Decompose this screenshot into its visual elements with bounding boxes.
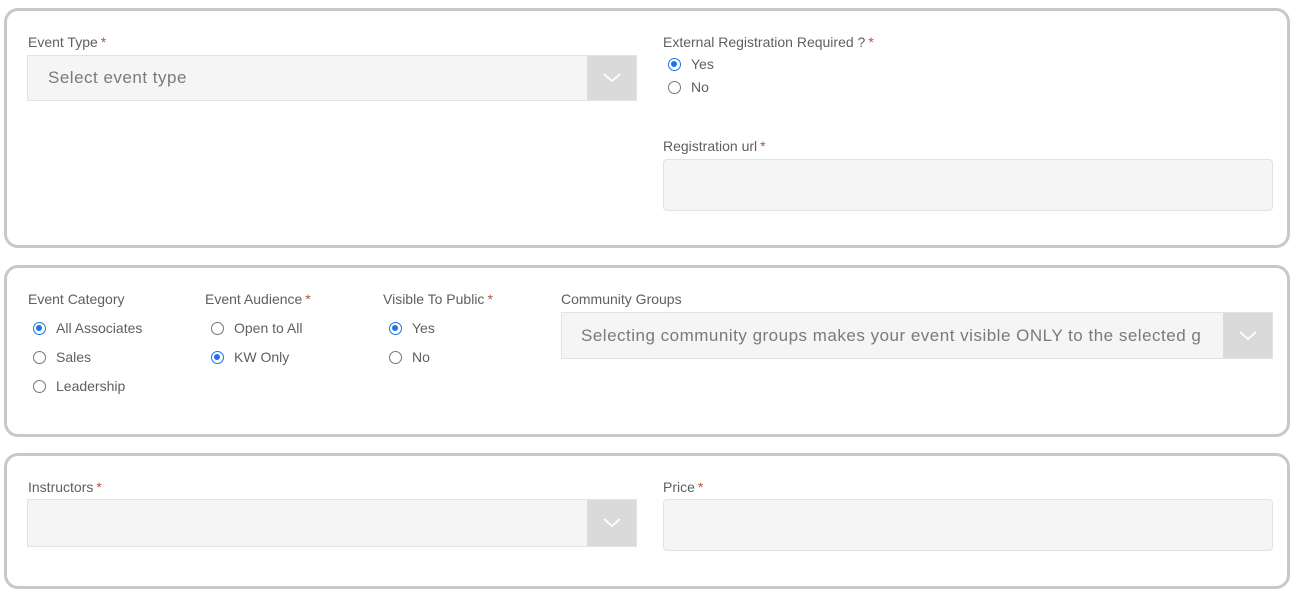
radio-unchecked-icon[interactable]: [33, 379, 46, 393]
radio-label: Yes: [691, 56, 714, 72]
event-audience-kw-only-radio[interactable]: KW Only: [211, 349, 289, 365]
radio-label: No: [691, 79, 709, 95]
required-marker: *: [868, 34, 874, 50]
event-visibility-panel: Event Category All Associates Sales Lead…: [4, 265, 1290, 437]
visible-to-public-label: Visible To Public *: [383, 291, 493, 307]
radio-unchecked-icon[interactable]: [668, 80, 681, 94]
required-marker: *: [100, 34, 107, 50]
required-marker: *: [96, 479, 102, 495]
instructors-select[interactable]: [27, 499, 637, 547]
event-type-placeholder: Select event type: [48, 68, 187, 87]
instructors-value: [48, 500, 576, 546]
community-groups-placeholder: Selecting community groups makes your ev…: [581, 325, 1202, 345]
event-category-leadership-radio[interactable]: Leadership: [33, 378, 125, 394]
radio-checked-icon[interactable]: [668, 57, 681, 71]
required-marker: *: [487, 291, 493, 307]
radio-checked-icon[interactable]: [389, 321, 402, 335]
visible-to-public-yes-radio[interactable]: Yes: [389, 320, 435, 336]
radio-label: Open to All: [234, 320, 303, 336]
required-marker: *: [760, 138, 766, 154]
external-registration-label: External Registration Required ? *: [663, 34, 874, 50]
event-type-label: Event Type *: [28, 34, 107, 50]
price-label: Price *: [663, 479, 704, 495]
community-groups-select[interactable]: Selecting community groups makes your ev…: [561, 312, 1273, 359]
event-type-panel: Event Type * Select event type External R…: [4, 8, 1290, 248]
radio-unchecked-icon[interactable]: [389, 350, 402, 364]
required-marker: *: [305, 291, 311, 307]
event-category-sales-radio[interactable]: Sales: [33, 349, 91, 365]
visible-to-public-no-radio[interactable]: No: [389, 349, 430, 365]
event-category-all-associates-radio[interactable]: All Associates: [33, 320, 142, 336]
instructors-label: Instructors *: [28, 479, 102, 495]
required-marker: *: [697, 479, 704, 495]
chevron-down-icon[interactable]: [1223, 313, 1272, 358]
registration-url-label: Registration url *: [663, 138, 766, 154]
event-audience-open-radio[interactable]: Open to All: [211, 320, 303, 336]
chevron-down-icon[interactable]: [587, 500, 636, 546]
external-registration-yes-radio[interactable]: Yes: [668, 56, 714, 72]
community-groups-label: Community Groups: [561, 291, 682, 307]
radio-checked-icon[interactable]: [211, 350, 224, 364]
price-input[interactable]: [663, 499, 1273, 551]
event-type-select[interactable]: Select event type: [27, 55, 637, 101]
radio-label: Yes: [412, 320, 435, 336]
radio-unchecked-icon[interactable]: [33, 350, 46, 364]
radio-unchecked-icon[interactable]: [211, 321, 224, 335]
radio-label: KW Only: [234, 349, 290, 365]
radio-checked-icon[interactable]: [33, 321, 46, 335]
instructors-price-panel: Instructors * Price *: [4, 453, 1290, 589]
event-category-label: Event Category: [28, 291, 125, 307]
event-audience-label: Event Audience *: [205, 291, 311, 307]
registration-url-input[interactable]: [663, 159, 1273, 211]
chevron-down-icon[interactable]: [587, 56, 636, 100]
external-registration-no-radio[interactable]: No: [668, 79, 709, 95]
radio-label: All Associates: [56, 320, 143, 336]
radio-label: Leadership: [56, 378, 126, 394]
radio-label: No: [412, 349, 430, 365]
radio-label: Sales: [56, 349, 92, 365]
